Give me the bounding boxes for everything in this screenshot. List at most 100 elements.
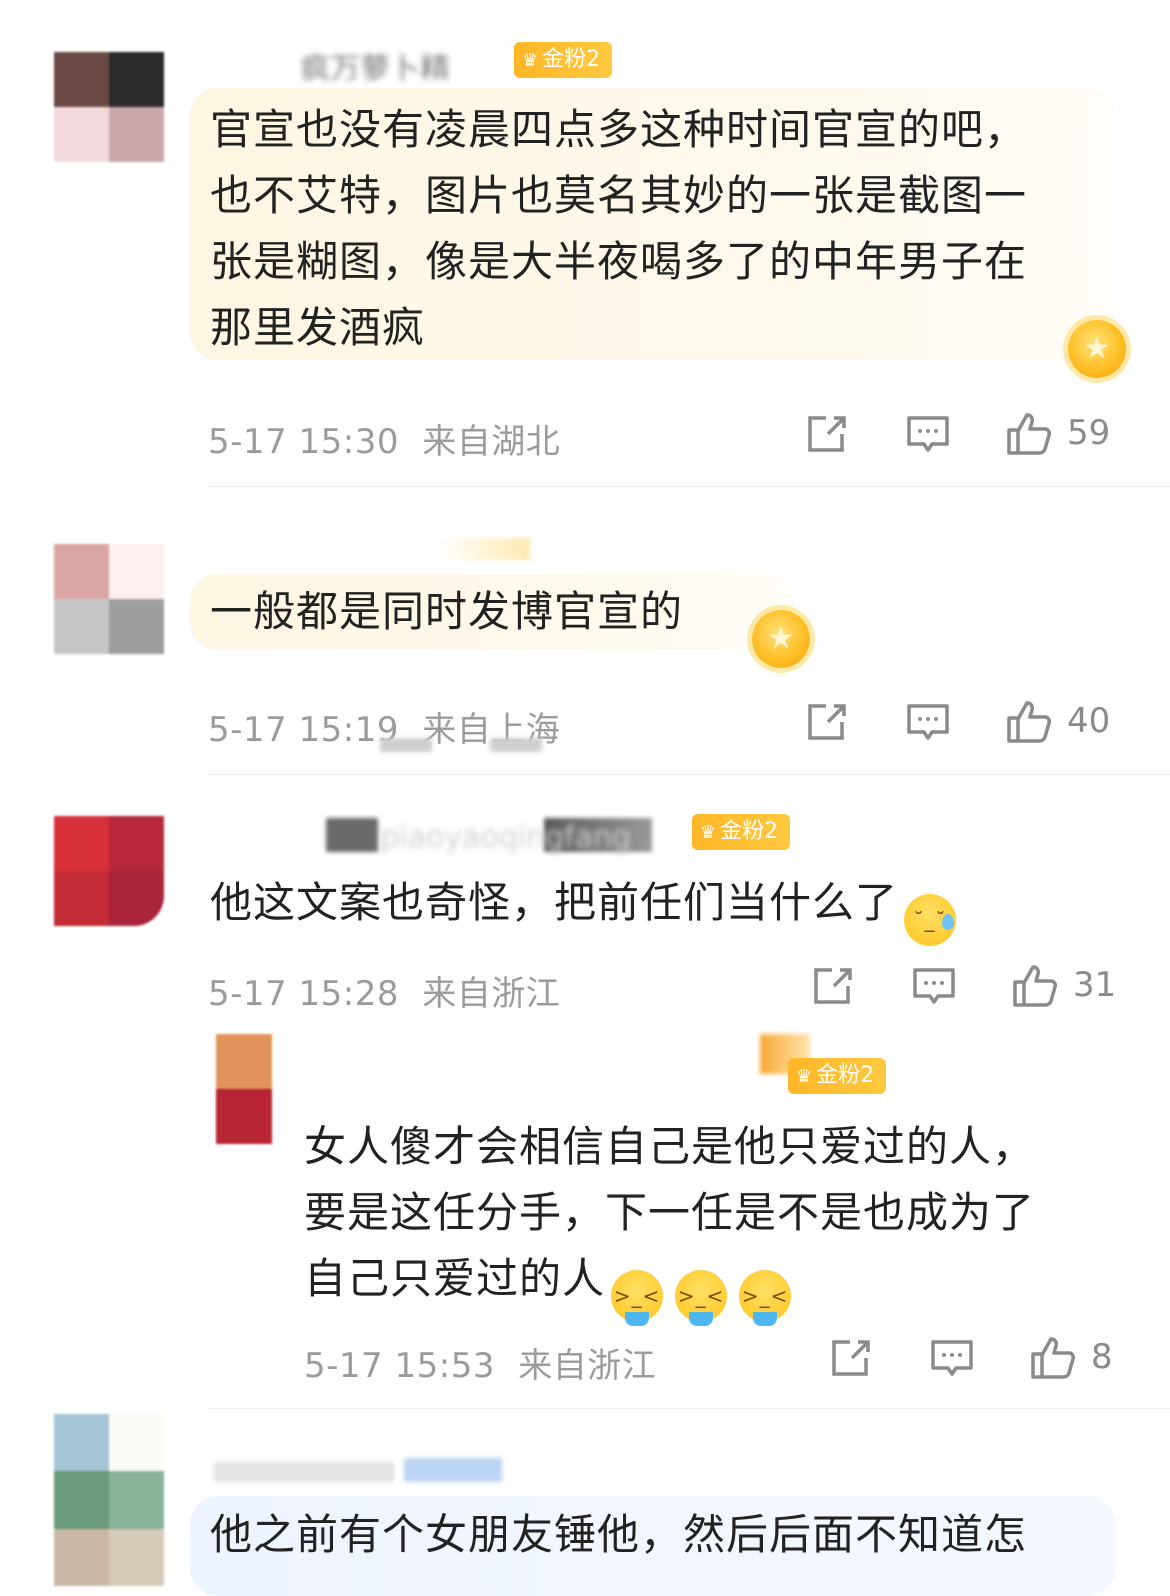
- comment-icon: [913, 968, 955, 1004]
- thumbs-up-icon: [1013, 965, 1057, 1007]
- badge-label: 金粉2: [542, 47, 601, 72]
- comment-time: 5-17 15:53: [304, 1346, 495, 1386]
- avatar-cell: [54, 1528, 109, 1586]
- like-button[interactable]: 59: [1005, 410, 1110, 456]
- fan-badge[interactable]: ♛ 金粉2: [692, 814, 791, 850]
- thumbs-up-icon: [1007, 413, 1051, 455]
- comment-text-line-wrap: 自己只爱过的人 >_< >_< >_<: [304, 1246, 1104, 1326]
- avatar[interactable]: [54, 816, 164, 926]
- share-button[interactable]: [812, 966, 854, 1006]
- comment-icon: [931, 1340, 973, 1376]
- avatar-cell: [109, 52, 164, 107]
- comment-text-line: 他之前有个女朋友锤他，然后后面不知道怎: [210, 1510, 1028, 1559]
- share-button[interactable]: [806, 702, 848, 742]
- crown-icon: ♛: [522, 50, 539, 71]
- redaction-mark: [380, 738, 432, 752]
- share-button[interactable]: [830, 1338, 872, 1378]
- comment-item: 他之前有个女朋友锤他，然后后面不知道怎: [0, 1410, 1170, 1596]
- avatar-cell: [216, 1089, 272, 1144]
- avatar-cell: [54, 599, 109, 654]
- fan-badge[interactable]: ♛ 金粉2: [514, 42, 613, 78]
- reply-item: ♛ 金粉2 女人傻才会相信自己是他只爱过的人， 要是这任分手，下一任是不是也成为了…: [0, 1032, 1170, 1412]
- like-button[interactable]: 40: [1005, 698, 1110, 744]
- crown-icon: ♛: [796, 1066, 813, 1087]
- thumbs-up-icon: [1007, 701, 1051, 743]
- like-button[interactable]: 31: [1011, 962, 1116, 1008]
- avatar-cell: [109, 599, 164, 654]
- share-icon: [808, 704, 846, 740]
- like-count: 8: [1091, 1337, 1113, 1377]
- comment-icon: [907, 704, 949, 740]
- like-count: 59: [1067, 413, 1111, 453]
- comment-text: 一般都是同时发博官宣的: [210, 579, 683, 645]
- share-button[interactable]: [806, 414, 848, 454]
- like-count: 31: [1073, 965, 1117, 1005]
- comment-time: 5-17 15:28: [208, 974, 399, 1014]
- avatar-cell: [54, 107, 109, 162]
- avatar-cell: [54, 52, 109, 107]
- reply-text: 女人傻才会相信自己是他只爱过的人， 要是这任分手，下一任是不是也成为了 自己只爱…: [304, 1114, 1104, 1326]
- like-button[interactable]: 8: [1029, 1334, 1113, 1380]
- comment-item: piaoyaoqingfang ♛ 金粉2 他这文案也奇怪，把前任们当什么了 ˘_˘…: [0, 776, 1170, 1416]
- fan-medal-icon: ★: [1068, 320, 1126, 378]
- comment-button[interactable]: [906, 702, 950, 744]
- redaction-mark: [326, 818, 378, 852]
- share-icon: [808, 416, 846, 452]
- comment-text-line: 张是糊图，像是大半夜喝多了的中年男子在: [210, 237, 1028, 286]
- fan-medal-icon: ★: [752, 610, 810, 668]
- avatar-cell: [109, 1471, 164, 1529]
- username[interactable]: piaoyaoqingfang: [380, 820, 680, 856]
- thumbs-up-icon: [1031, 1337, 1075, 1379]
- avatar-cell: [54, 816, 109, 871]
- comment-text-line: 他这文案也奇怪，把前任们当什么了: [210, 878, 899, 927]
- comment-meta: 5-17 15:30 来自湖北: [208, 414, 560, 463]
- comment-text-line: 自己只爱过的人: [304, 1254, 606, 1303]
- sweat-emoji-icon: ˘_˘: [904, 894, 957, 946]
- drool-emoji-icon: >_<: [611, 1270, 664, 1326]
- like-count: 40: [1067, 701, 1111, 741]
- avatar-cell: [216, 1034, 272, 1089]
- avatar-cell: [109, 816, 164, 871]
- crown-icon: ♛: [700, 822, 717, 843]
- comment-time: 5-17 15:19: [208, 710, 399, 750]
- badge-label: 金粉2: [720, 819, 779, 844]
- comment-button[interactable]: [912, 966, 956, 1008]
- comment-location: 来自浙江: [518, 1346, 657, 1386]
- comment-text-line: 也不艾特，图片也莫名其妙的一张是截图一: [210, 171, 1028, 220]
- share-icon: [832, 1340, 870, 1376]
- divider: [208, 1408, 1170, 1409]
- avatar-cell: [109, 1414, 164, 1472]
- divider: [208, 486, 1170, 487]
- avatar[interactable]: [54, 1414, 164, 1586]
- comment-item: 一般都是同时发博官宣的 ★ 5-17 15:19 来自上海 40: [0, 488, 1170, 776]
- comment-time: 5-17 15:30: [208, 422, 399, 462]
- avatar-cell: [54, 1414, 109, 1472]
- username-redacted: [214, 1462, 394, 1482]
- comment-text: 他之前有个女朋友锤他，然后后面不知道怎: [210, 1502, 1027, 1568]
- comment-location: 来自浙江: [422, 974, 561, 1014]
- avatar[interactable]: [54, 544, 164, 654]
- avatar[interactable]: [54, 52, 164, 162]
- avatar-cell: [109, 871, 164, 926]
- avatar-cell: [109, 107, 164, 162]
- fan-badge[interactable]: ♛ 金粉2: [788, 1058, 887, 1094]
- badge-redacted: [404, 1458, 502, 1482]
- username[interactable]: 疯万萝卜精: [300, 44, 510, 80]
- divider: [208, 774, 1170, 775]
- redaction-mark: [490, 738, 542, 752]
- avatar-cell: [54, 544, 109, 599]
- comment-icon: [907, 416, 949, 452]
- avatar-cell: [109, 1528, 164, 1586]
- avatar[interactable]: [216, 1034, 272, 1144]
- avatar-cell: [109, 544, 164, 599]
- share-icon: [814, 968, 852, 1004]
- comment-text-line: 女人傻才会相信自己是他只爱过的人，: [304, 1122, 1036, 1171]
- comment-text-line: 要是这任分手，下一任是不是也成为了: [304, 1188, 1036, 1237]
- comment-location: 来自湖北: [422, 422, 561, 462]
- comment-meta: 5-17 15:28 来自浙江: [208, 966, 560, 1015]
- comment-button[interactable]: [930, 1338, 974, 1380]
- comment-text-line: 官宣也没有凌晨四点多这种时间官宣的吧，: [210, 105, 1028, 154]
- badge-label: 金粉2: [816, 1063, 875, 1088]
- comment-button[interactable]: [906, 414, 950, 456]
- drool-emoji-icon: >_<: [675, 1270, 728, 1326]
